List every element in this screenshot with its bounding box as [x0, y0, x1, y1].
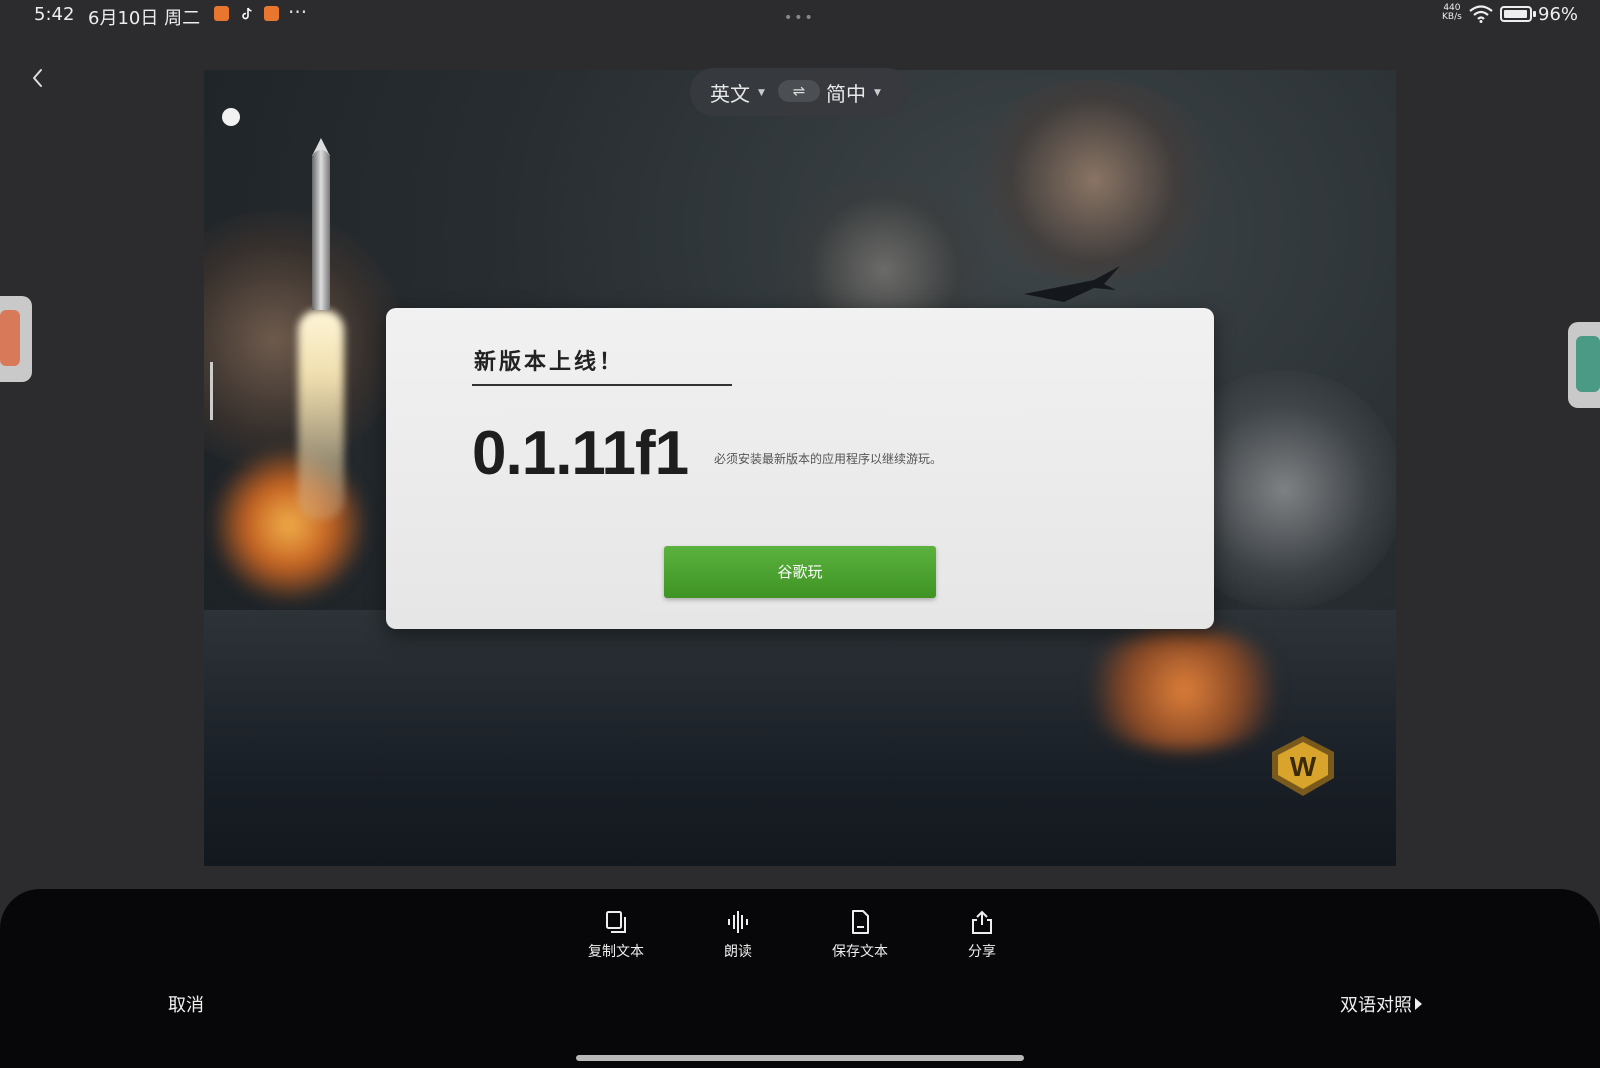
update-dialog: 新版本上线！ 0.1.11f1 必须安装最新版本的应用程序以继续游玩。 谷歌玩 [386, 308, 1214, 629]
back-arrow-icon[interactable] [26, 66, 50, 90]
left-floating-window[interactable] [0, 296, 32, 382]
edge-handle [210, 362, 213, 420]
version-number: 0.1.11f1 [472, 419, 689, 488]
dialog-title: 新版本上线！ [474, 349, 625, 375]
multitask-handle[interactable]: ••• [784, 10, 815, 26]
save-text-label: 保存文本 [832, 944, 888, 960]
floating-app-icon-right [1576, 336, 1600, 392]
target-language-select[interactable]: 简中 [826, 78, 866, 107]
smoke-cloud [964, 80, 1224, 280]
translate-language-bar: 英文 ▼ ⇌ 简中 ▼ [690, 68, 910, 116]
title-underline [472, 384, 732, 386]
right-floating-window[interactable] [1568, 322, 1600, 408]
game-logo: W [1268, 734, 1338, 798]
source-language-select[interactable]: 英文 [710, 78, 750, 107]
save-file-icon [852, 910, 869, 934]
bilingual-label: 双语对照 [1340, 995, 1412, 1016]
battery-icon [1500, 6, 1536, 22]
network-speed-unit: KB/s [1442, 12, 1462, 22]
share-icon [972, 910, 992, 934]
notification-app-icon [264, 6, 279, 21]
update-description: 必须安装最新版本的应用程序以继续游玩。 [714, 452, 943, 466]
action-panel: 复制文本 朗读 保存文本 分享 取消 双语对照 [0, 889, 1600, 1068]
battery-percent: 96% [1538, 4, 1579, 25]
home-indicator[interactable] [576, 1055, 1024, 1061]
read-aloud-icon [728, 911, 748, 933]
google-play-button[interactable]: 谷歌玩 [664, 546, 936, 598]
play-arrow-icon [1415, 998, 1422, 1010]
chevron-down-icon: ▼ [758, 88, 765, 98]
more-notifications-icon: ··· [288, 0, 308, 24]
swap-languages-button[interactable]: ⇌ [778, 80, 820, 102]
save-text-button[interactable]: 保存文本 [815, 909, 905, 961]
status-time: 5:42 [34, 4, 75, 25]
copy-icon [606, 911, 626, 933]
share-label: 分享 [968, 944, 996, 960]
rocket [312, 150, 330, 310]
explosion-fire [1074, 630, 1294, 750]
cancel-button[interactable]: 取消 [168, 991, 204, 1017]
copy-text-button[interactable]: 复制文本 [571, 909, 661, 961]
wifi-icon [1468, 5, 1494, 27]
network-speed: 440 KB/s [1442, 4, 1462, 22]
read-aloud-button[interactable]: 朗读 [693, 909, 783, 961]
bilingual-compare-button[interactable]: 双语对照 [1340, 991, 1422, 1017]
floating-dot[interactable] [222, 108, 240, 126]
fighter-jet [1024, 260, 1124, 314]
copy-text-label: 复制文本 [588, 944, 644, 960]
rocket-exhaust [298, 310, 344, 520]
share-button[interactable]: 分享 [937, 909, 1027, 961]
status-bar: 5:42 6月10日 周二 ··· ••• 440 KB/s 96% [0, 0, 1600, 34]
chevron-down-icon: ▼ [874, 88, 881, 98]
mi-app-icon [214, 6, 229, 21]
tiktok-icon [240, 6, 255, 21]
floating-app-icon [0, 310, 20, 366]
status-date: 6月10日 周二 [88, 8, 201, 29]
read-aloud-label: 朗读 [724, 944, 752, 960]
logo-letter: W [1290, 751, 1317, 782]
